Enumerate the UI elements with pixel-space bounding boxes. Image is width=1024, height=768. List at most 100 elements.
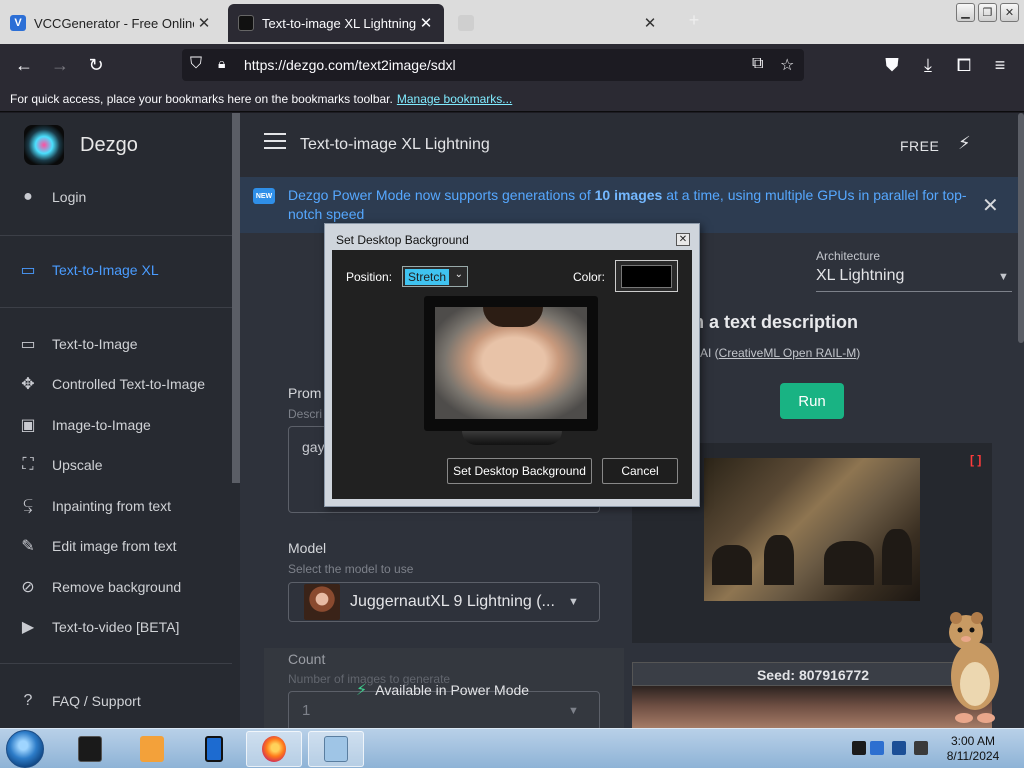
sidebar-item-label: Edit image from text <box>52 538 177 554</box>
image-icon: ▣ <box>20 417 36 434</box>
brand-name[interactable]: Dezgo <box>80 134 138 157</box>
sidebar-item-remove-background[interactable]: ⊘ Remove background <box>18 575 181 599</box>
color-swatch[interactable] <box>621 265 672 288</box>
tab-vccgenerator[interactable]: V VCCGenerator - Free Online Cr ✕ <box>0 4 222 42</box>
sidebar-item-edit-image[interactable]: ✎ Edit image from text <box>18 534 177 558</box>
position-value[interactable]: Stretch <box>405 269 450 285</box>
close-tab-icon[interactable]: ✕ <box>416 14 436 32</box>
divider <box>0 235 232 236</box>
chevron-down-icon[interactable]: ⌄ <box>455 269 463 280</box>
close-tab-icon[interactable]: ✕ <box>194 14 214 32</box>
second-result-image[interactable] <box>632 686 992 728</box>
dezgo-icon <box>238 15 254 31</box>
monitor-preview <box>424 296 598 431</box>
sidebar-item-text-to-image[interactable]: ▭ Text-to-Image <box>18 332 137 356</box>
set-desktop-background-button[interactable]: Set Desktop Background <box>447 458 592 484</box>
sidebar-scrollbar[interactable] <box>232 113 240 483</box>
hamburger-menu-icon[interactable]: ≡ <box>986 52 1014 78</box>
caret-down-icon[interactable]: ▼ <box>568 705 579 717</box>
sidebar-item-inpainting[interactable]: ⥹ Inpainting from text <box>18 494 171 518</box>
caret-down-icon[interactable]: ▼ <box>568 596 579 608</box>
lightning-bolt-icon[interactable]: ⚡︎ <box>958 133 971 154</box>
fullscreen-icon[interactable]: [ ] <box>970 453 981 467</box>
dezgo-logo[interactable] <box>24 125 64 165</box>
restore-icon[interactable]: ❐ <box>978 3 997 22</box>
sidebar-item-label: Text-to-Image XL <box>52 262 159 278</box>
sidebar-item-label: Image-to-Image <box>52 417 151 433</box>
network-icon[interactable] <box>892 741 906 755</box>
page-scrollbar[interactable] <box>1018 113 1024 343</box>
back-arrow-icon[interactable]: ← <box>10 52 38 78</box>
media-player-icon[interactable] <box>124 731 180 767</box>
license-link[interactable]: CreativeML Open RAIL-M <box>719 346 857 360</box>
help-icon: ? <box>23 692 33 709</box>
hamster-desktop-pet[interactable] <box>944 606 1006 728</box>
sidebar-item-image-to-image[interactable]: ▣ Image-to-Image <box>18 413 151 437</box>
terminal-app-icon[interactable] <box>62 731 118 767</box>
caret-down-icon[interactable]: ▼ <box>998 271 1009 283</box>
reload-icon[interactable]: ↻ <box>82 52 110 78</box>
shield-icon[interactable]: ⛉ <box>190 55 202 73</box>
url-bar[interactable]: ⛉ 🔒︎ https://dezgo.com/text2image/sdxl ⧉… <box>182 49 804 81</box>
sidebar-item-login[interactable]: ● Login <box>18 185 86 209</box>
prompt-value[interactable]: gay <box>302 439 325 455</box>
start-button[interactable] <box>6 730 44 768</box>
manage-bookmarks-link[interactable]: Manage bookmarks... <box>397 92 512 106</box>
clock-date: 8/11/2024 <box>946 749 1000 763</box>
notice-text: Dezgo Power Mode now supports generation… <box>288 187 967 222</box>
tab-third[interactable]: ✕ <box>448 4 668 42</box>
tab-title: VCCGenerator - Free Online Cr <box>34 15 194 31</box>
close-icon[interactable]: ✕ <box>676 233 690 246</box>
menu-icon[interactable] <box>264 133 286 155</box>
bookmarks-hint: For quick access, place your bookmarks h… <box>10 92 393 106</box>
edit-note-icon: ✎ <box>21 538 35 555</box>
sidebar: Dezgo ● Login ▭ Text-to-Image XL ▭ Text-… <box>0 113 240 728</box>
pocket-icon[interactable]: ⛊ <box>878 52 906 78</box>
sidebar-item-label: Text-to-video [BETA] <box>52 619 180 635</box>
close-icon[interactable]: ✕ <box>982 193 999 218</box>
close-window-icon[interactable]: ✕ <box>1000 3 1019 22</box>
select-underline <box>816 291 1012 292</box>
position-select[interactable]: Stretch ⌄ <box>402 266 468 287</box>
close-tab-icon[interactable]: ✕ <box>640 14 660 32</box>
download-icon[interactable]: ⤓ <box>914 52 942 78</box>
tray-arrow-icon[interactable] <box>852 741 866 755</box>
minimize-icon[interactable]: ▁ <box>956 3 975 22</box>
picture-in-picture-icon[interactable]: ⧉ <box>752 55 763 73</box>
sidebar-item-text-to-video[interactable]: ▶ Text-to-video [BETA] <box>18 615 180 639</box>
result-image[interactable] <box>704 458 920 601</box>
architecture-select[interactable]: XL Lightning <box>816 267 904 285</box>
sidebar-item-controlled[interactable]: ✥ Controlled Text-to-Image <box>18 372 205 396</box>
prompt-help: Descri <box>288 407 323 421</box>
sidebar-item-label: Controlled Text-to-Image <box>52 376 206 392</box>
sidebar-item-label: Inpainting from text <box>52 498 172 514</box>
seed-bar: Seed: 807916772 <box>632 662 992 686</box>
clock[interactable]: 3:00 AM 8/11/2024 <box>940 734 1006 764</box>
nav-bar: ← → ↻ ⛉ 🔒︎ https://dezgo.com/text2image/… <box>0 44 1024 86</box>
chat-bubble-icon: ▭ <box>20 262 36 279</box>
power-mode-notice[interactable]: ⚡︎ Available in Power Mode <box>356 680 529 700</box>
tablet-app-icon[interactable] <box>186 731 242 767</box>
notepad-icon[interactable] <box>308 731 364 767</box>
bookmark-star-icon[interactable]: ☆ <box>780 55 794 75</box>
model-value[interactable]: JuggernautXL 9 Lightning (... <box>350 593 555 611</box>
dialog-title: Set Desktop Background <box>336 233 469 247</box>
sidebar-item-upscale[interactable]: ⛶ Upscale <box>18 453 102 477</box>
color-picker-button[interactable] <box>615 260 678 292</box>
volume-icon[interactable] <box>914 741 928 755</box>
lock-icon[interactable]: 🔒︎ <box>218 55 225 72</box>
cancel-button[interactable]: Cancel <box>602 458 678 484</box>
plan-badge[interactable]: FREE <box>900 138 939 154</box>
forward-arrow-icon[interactable]: → <box>46 52 74 78</box>
run-button[interactable]: Run <box>780 383 844 419</box>
tab-dezgo[interactable]: Text-to-image XL Lightning - AI ✕ <box>228 4 444 42</box>
count-value[interactable]: 1 <box>302 702 310 719</box>
tray-app-icon[interactable] <box>870 741 884 755</box>
sidebar-item-text-to-image-xl[interactable]: ▭ Text-to-Image XL <box>18 258 159 282</box>
extensions-icon[interactable]: ⧠ <box>950 52 978 78</box>
url-text[interactable]: https://dezgo.com/text2image/sdxl <box>244 57 456 73</box>
preview-image <box>435 307 587 419</box>
firefox-icon[interactable] <box>246 731 302 767</box>
sidebar-item-faq[interactable]: ? FAQ / Support <box>18 689 141 713</box>
new-tab-button[interactable]: + <box>684 10 704 34</box>
